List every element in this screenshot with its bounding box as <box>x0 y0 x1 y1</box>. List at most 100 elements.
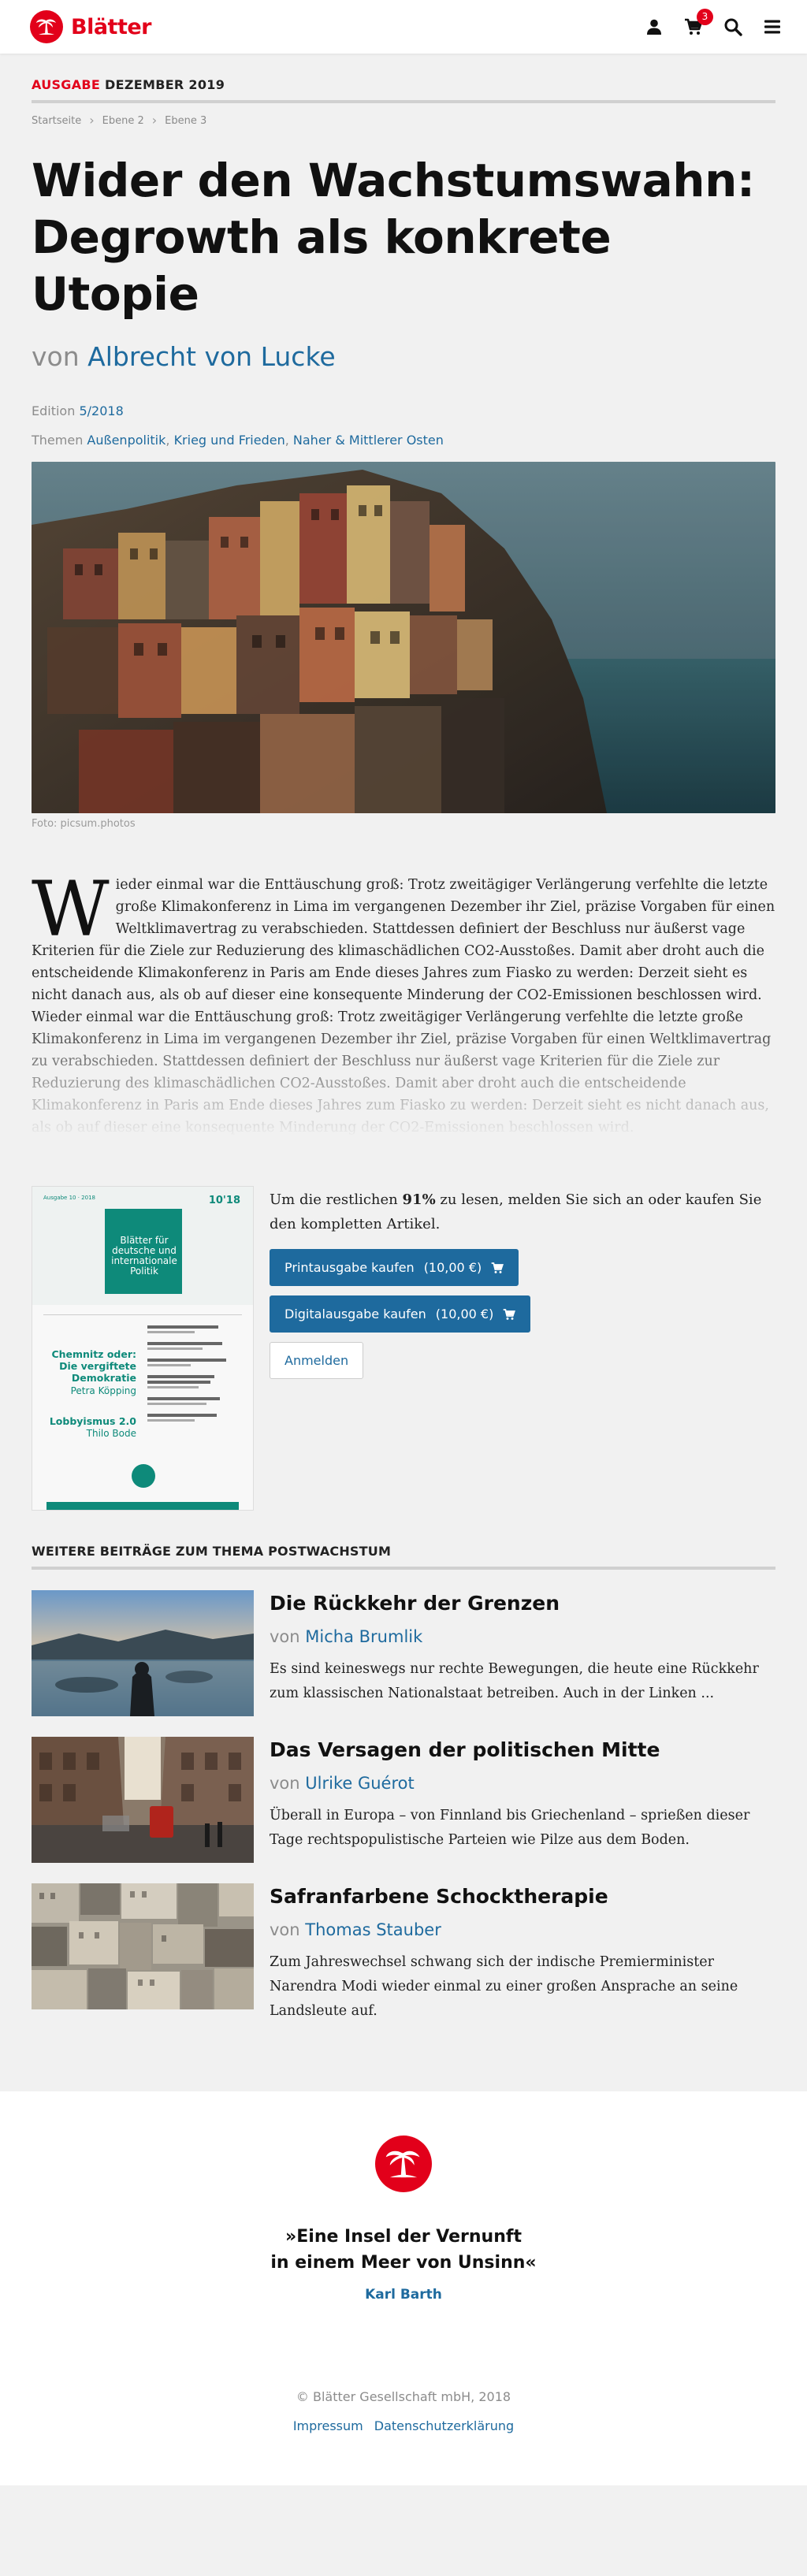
buy-digital-button[interactable]: Digitalausgabe kaufen (10,00 €) <box>270 1295 531 1333</box>
footer-link-datenschutz[interactable]: Datenschutzerklärung <box>374 2418 514 2433</box>
breadcrumb-item-startseite[interactable]: Startseite <box>32 115 81 127</box>
brand-link[interactable]: Blätter <box>30 10 152 43</box>
login-button[interactable]: Anmelden <box>270 1342 364 1379</box>
article-byline: von Albrecht von Lucke <box>32 341 775 372</box>
brand-logo-icon <box>30 10 63 43</box>
paywall-message: Um die restlichen 91% zu lesen, melden S… <box>270 1188 775 1236</box>
cover-feature-2-author: Thilo Bode <box>86 1428 136 1439</box>
cart-count-badge: 3 <box>697 9 713 25</box>
related-item: Safranfarbene Schocktherapie von Thomas … <box>32 1883 775 2024</box>
related-title[interactable]: Das Versagen der politischen Mitte <box>270 1738 775 1761</box>
related-content: Safranfarbene Schocktherapie von Thomas … <box>270 1883 775 2024</box>
related-content: Die Rückkehr der Grenzen von Micha Bruml… <box>270 1590 775 1716</box>
cover-issue-number: 10'18 <box>208 1195 240 1206</box>
cover-divider <box>43 1314 242 1315</box>
edition-link[interactable]: 5/2018 <box>79 403 123 418</box>
issue-label-prefix: AUSGABE <box>32 77 101 92</box>
footer-links: Impressum Datenschutzerklärung <box>0 2418 807 2433</box>
brand-name: Blätter <box>71 14 152 39</box>
related-title[interactable]: Safranfarbene Schocktherapie <box>270 1885 775 1908</box>
related-author-link[interactable]: Micha Brumlik <box>305 1627 422 1646</box>
buy-print-label: Printausgabe kaufen <box>284 1260 415 1275</box>
theme-link-krieg-und-frieden[interactable]: Krieg und Frieden <box>174 433 285 448</box>
cover-feature-1-title: Chemnitz oder: Die vergiftete Demokratie <box>51 1348 136 1384</box>
related-image[interactable] <box>32 1590 254 1716</box>
breadcrumb-item-ebene-3: Ebene 3 <box>165 114 207 127</box>
related-item: Das Versagen der politischen Mitte von U… <box>32 1737 775 1863</box>
related-teaser: Überall in Europa – von Finnland bis Gri… <box>270 1808 750 1848</box>
footer-quote: »Eine Insel der Vernunft in einem Meer v… <box>0 2224 807 2276</box>
edition-label: Edition <box>32 403 76 418</box>
related-image[interactable] <box>32 1883 254 2009</box>
issue-label[interactable]: AUSGABE DEZEMBER 2019 <box>32 77 775 103</box>
cart-icon[interactable]: 3 <box>684 9 713 36</box>
menu-icon[interactable] <box>763 17 782 36</box>
buy-digital-label: Digitalausgabe kaufen <box>284 1307 426 1321</box>
themes-label: Themen <box>32 433 84 448</box>
cover-toc <box>147 1325 242 1430</box>
issue-cover[interactable]: Ausgabe 10 · 2018 10'18 Blätter für deut… <box>32 1186 254 1511</box>
footer-quote-line-2: in einem Meer von Unsinn« <box>270 2253 537 2273</box>
site-footer: »Eine Insel der Vernunft in einem Meer v… <box>0 2091 807 2485</box>
user-icon[interactable] <box>645 17 664 36</box>
related-teaser: Zum Jahreswechsel schwang sich der indis… <box>270 1954 738 2019</box>
cart-icon <box>491 1262 504 1273</box>
footer-quote-line-1: »Eine Insel der Vernunft <box>285 2227 522 2247</box>
cart-icon <box>503 1308 516 1320</box>
search-icon[interactable] <box>723 17 742 36</box>
related-articles: WEITERE BEITRÄGE ZUM THEMA POSTWACHSTUM … <box>32 1544 775 2024</box>
footer-link-impressum[interactable]: Impressum <box>293 2418 363 2433</box>
chevron-right-icon: › <box>151 113 158 128</box>
related-image[interactable] <box>32 1737 254 1863</box>
buy-digital-price: (10,00 €) <box>435 1307 494 1321</box>
footer-logo-icon <box>375 2136 432 2192</box>
related-author-link[interactable]: Ulrike Guérot <box>305 1774 414 1793</box>
author-link[interactable]: Albrecht von Lucke <box>87 341 336 372</box>
related-title[interactable]: Die Rückkehr der Grenzen <box>270 1592 775 1615</box>
breadcrumb: Startseite › Ebene 2 › Ebene 3 <box>32 103 775 127</box>
related-author-link[interactable]: Thomas Stauber <box>305 1920 441 1939</box>
related-byline: von Micha Brumlik <box>270 1627 775 1646</box>
cover-bottom-bar <box>46 1502 239 1510</box>
related-heading: WEITERE BEITRÄGE ZUM THEMA POSTWACHSTUM <box>32 1544 775 1570</box>
breadcrumb-item-ebene-2[interactable]: Ebene 2 <box>102 115 144 127</box>
issue-label-date: DEZEMBER 2019 <box>105 77 225 92</box>
paywall-buttons: Printausgabe kaufen (10,00 €) Digitalaus… <box>270 1249 775 1379</box>
footer-quote-author: Karl Barth <box>365 2287 442 2303</box>
issue-header: AUSGABE DEZEMBER 2019 Startseite › Ebene… <box>32 54 775 127</box>
related-teaser: Es sind keineswegs nur rechte Bewegungen… <box>270 1661 759 1701</box>
related-content: Das Versagen der politischen Mitte von U… <box>270 1737 775 1863</box>
theme-link-naher-mittlerer-osten[interactable]: Naher & Mittlerer Osten <box>293 433 444 448</box>
photo-credit: Foto: picsum.photos <box>32 818 136 830</box>
cover-journal-title: Blätter für deutsche und internationale … <box>105 1209 182 1294</box>
related-byline-prefix: von <box>270 1774 300 1793</box>
main-content: AUSGABE DEZEMBER 2019 Startseite › Ebene… <box>32 54 775 2024</box>
edition-info: Edition 5/2018 <box>32 403 775 418</box>
paywall: Ausgabe 10 · 2018 10'18 Blätter für deut… <box>32 1186 775 1511</box>
related-item: Die Rückkehr der Grenzen von Micha Bruml… <box>32 1590 775 1716</box>
theme-link-aussenpolitik[interactable]: Außenpolitik <box>87 433 165 448</box>
header-icons: 3 <box>645 9 782 36</box>
article-text: ieder einmal war die Enttäuschung groß: … <box>32 877 775 1136</box>
cover-issue-small: Ausgabe 10 · 2018 <box>43 1195 95 1201</box>
related-byline-prefix: von <box>270 1920 300 1939</box>
cover-feature-2-title: Lobbyismus 2.0 <box>49 1415 136 1427</box>
byline-prefix: von <box>32 341 80 372</box>
paywall-text-before: Um die restlichen <box>270 1191 398 1208</box>
page-title: Wider den Wachstumswahn: Degrowth als ko… <box>32 154 755 321</box>
chevron-right-icon: › <box>89 113 95 128</box>
drop-cap: W <box>32 865 110 953</box>
buy-print-button[interactable]: Printausgabe kaufen (10,00 €) <box>270 1249 519 1286</box>
related-byline: von Ulrike Guérot <box>270 1774 775 1793</box>
article-body: W ieder einmal war die Enttäuschung groß… <box>32 865 775 1139</box>
cover-feature-1-author: Petra Köpping <box>70 1385 136 1396</box>
cover-logo-icon <box>132 1464 155 1488</box>
related-byline: von Thomas Stauber <box>270 1920 775 1939</box>
paywall-percent: 91% <box>402 1191 436 1208</box>
paywall-panel: Um die restlichen 91% zu lesen, melden S… <box>270 1186 775 1379</box>
related-byline-prefix: von <box>270 1627 300 1646</box>
site-header: Blätter 3 <box>0 0 807 54</box>
hero-image <box>32 462 775 813</box>
copyright: © Blätter Gesellschaft mbH, 2018 <box>296 2389 511 2404</box>
buy-print-price: (10,00 €) <box>423 1260 482 1275</box>
